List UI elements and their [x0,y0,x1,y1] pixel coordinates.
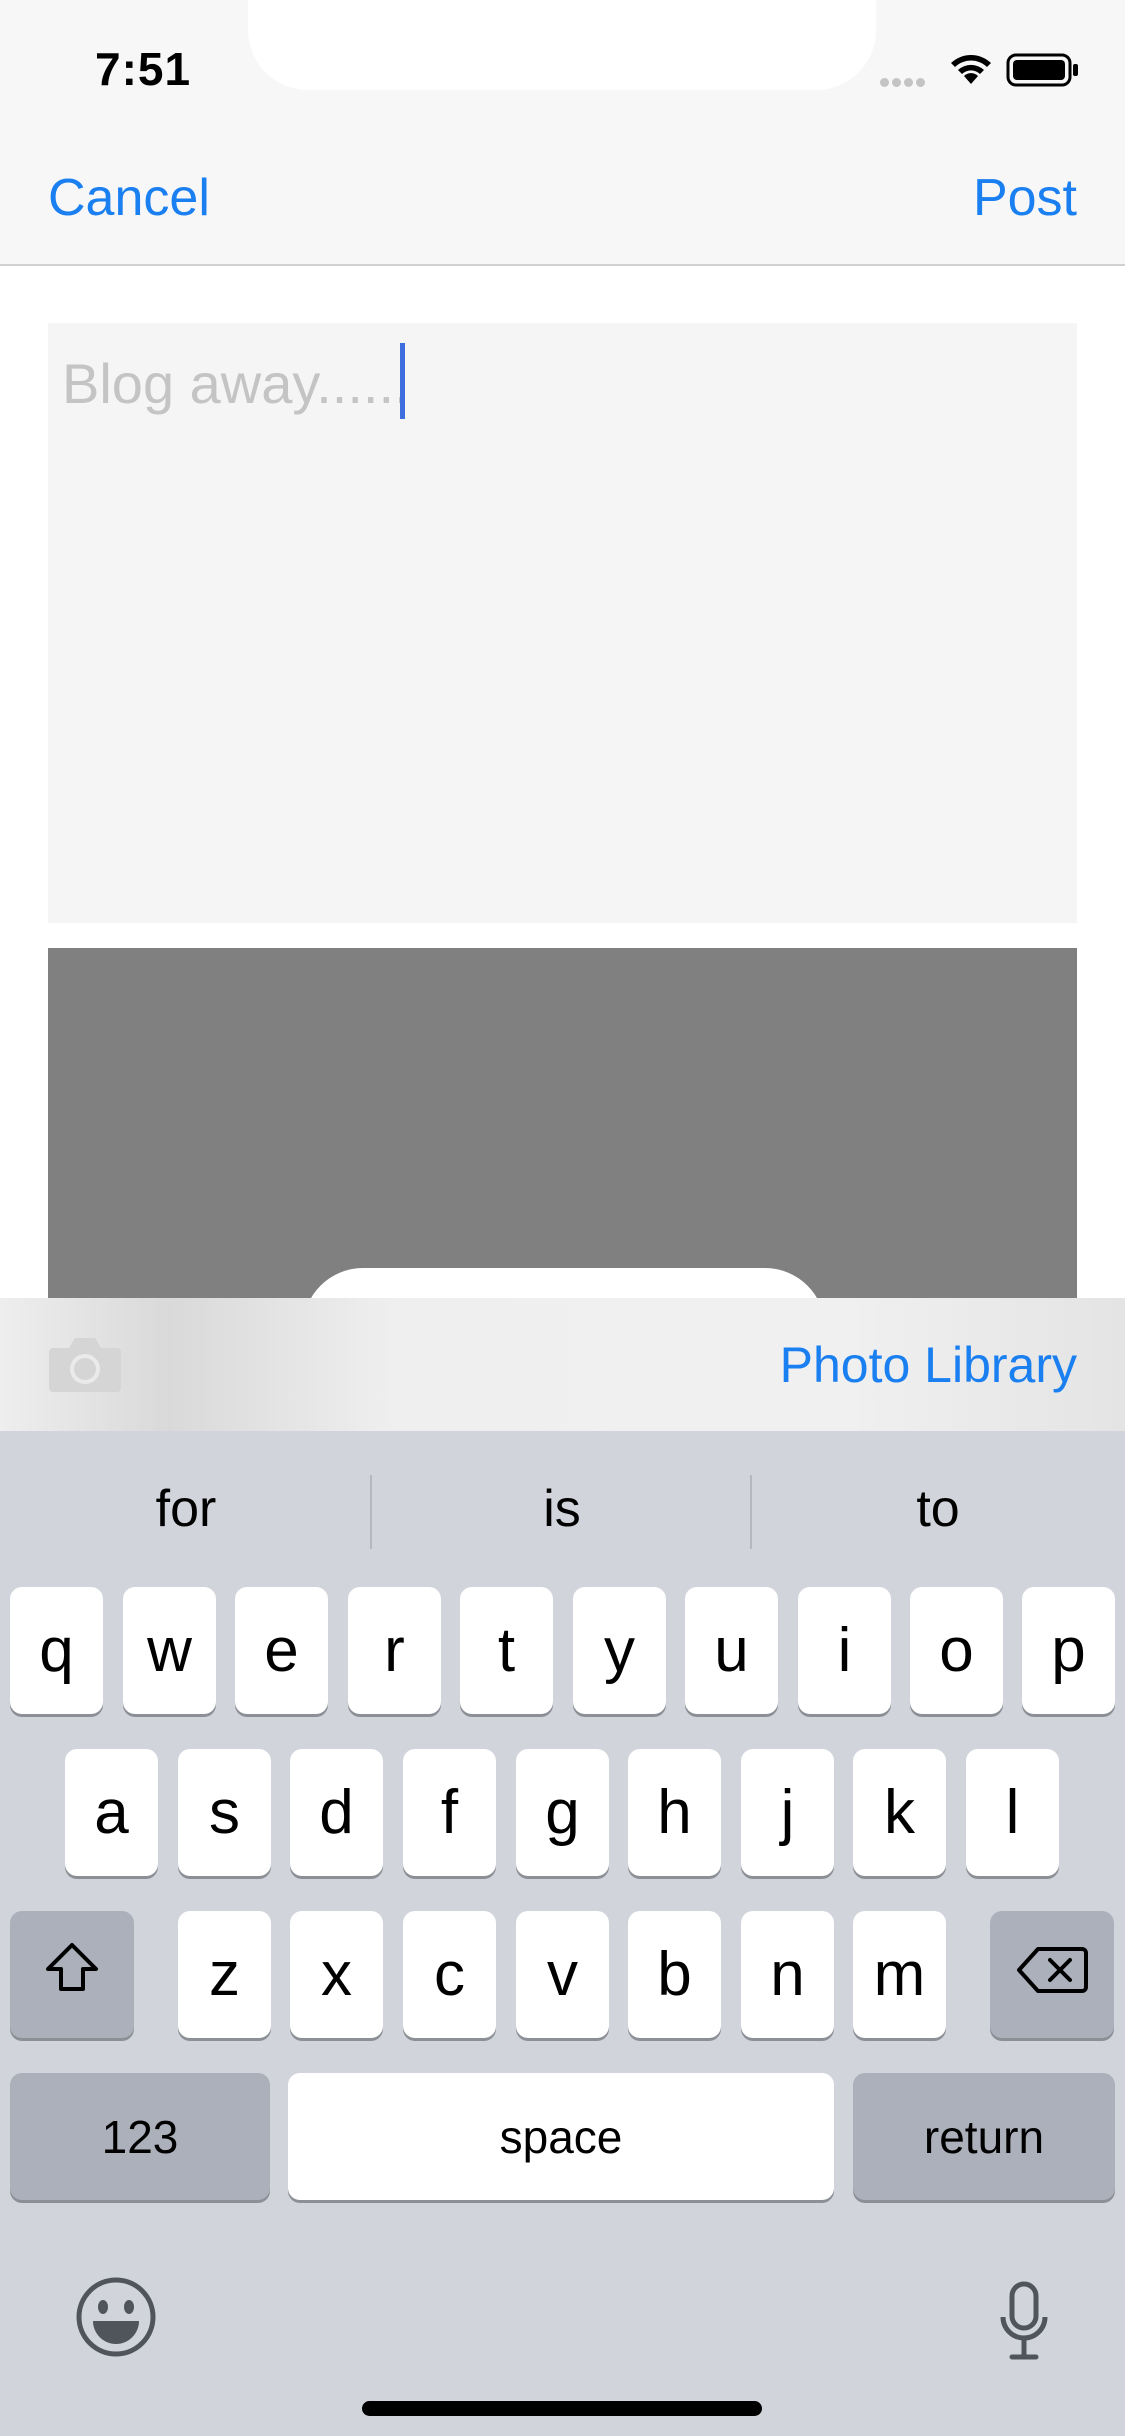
key-v[interactable]: v [516,1911,609,2038]
key-a[interactable]: a [65,1749,158,1876]
status-time: 7:51 [95,43,192,95]
numbers-key[interactable]: 123 [10,2073,270,2200]
suggestion-for[interactable]: for [0,1479,372,1539]
microphone-icon[interactable] [998,2281,1050,2366]
key-g[interactable]: g [516,1749,609,1876]
key-k[interactable]: k [853,1749,946,1876]
key-c[interactable]: c [403,1911,496,2038]
key-t[interactable]: t [460,1587,553,1714]
key-n[interactable]: n [741,1911,834,2038]
suggestion-to[interactable]: to [752,1479,1124,1539]
return-key[interactable]: return [853,2073,1115,2200]
shift-key[interactable] [10,1911,134,2038]
blog-placeholder: Blog away...... [62,352,410,415]
suggestion-is[interactable]: is [376,1479,748,1539]
keyboard: for is to q w e r t y u i o p a s d f g … [0,1431,1125,2436]
key-r[interactable]: r [348,1587,441,1714]
text-cursor [400,343,405,419]
key-y[interactable]: y [573,1587,666,1714]
key-q[interactable]: q [10,1587,103,1714]
delete-icon [1016,1939,1088,2010]
key-b[interactable]: b [628,1911,721,2038]
key-e[interactable]: e [235,1587,328,1714]
image-preview[interactable] [48,948,1077,1308]
photo-library-button[interactable]: Photo Library [780,1336,1077,1394]
emoji-icon[interactable] [75,2276,157,2363]
device-notch [248,0,876,90]
key-l[interactable]: l [966,1749,1059,1876]
cancel-button[interactable]: Cancel [48,168,210,228]
key-p[interactable]: p [1022,1587,1115,1714]
key-h[interactable]: h [628,1749,721,1876]
key-f[interactable]: f [403,1749,496,1876]
camera-icon[interactable] [47,1334,123,1399]
key-x[interactable]: x [290,1911,383,2038]
wifi-icon [948,50,994,91]
blog-text-area[interactable]: Blog away...... [48,323,1077,923]
shift-icon [42,1939,102,2010]
key-s[interactable]: s [178,1749,271,1876]
delete-key[interactable] [990,1911,1114,2038]
post-button[interactable]: Post [973,168,1077,228]
key-z[interactable]: z [178,1911,271,2038]
key-o[interactable]: o [910,1587,1003,1714]
key-m[interactable]: m [853,1911,946,2038]
space-key[interactable]: space [288,2073,834,2200]
keyboard-accessory-bar: Photo Library [0,1298,1125,1431]
key-w[interactable]: w [123,1587,216,1714]
key-d[interactable]: d [290,1749,383,1876]
suggestion-divider [370,1475,372,1549]
key-j[interactable]: j [741,1749,834,1876]
key-u[interactable]: u [685,1587,778,1714]
battery-icon [1006,52,1080,93]
cellular-signal-icon [880,74,928,92]
navigation-bar: Cancel Post [0,110,1125,266]
home-indicator[interactable] [362,2401,762,2416]
key-i[interactable]: i [798,1587,891,1714]
